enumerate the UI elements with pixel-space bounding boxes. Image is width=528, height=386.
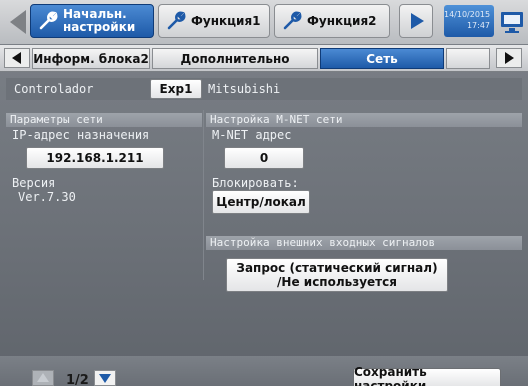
wrench-icon: [283, 11, 302, 30]
ip-label: IP-адрес назначения: [12, 128, 150, 142]
footer-bar: 1/2 Сохранить настройки: [0, 356, 528, 386]
subtab-next-icon[interactable]: [496, 48, 522, 68]
panel-separator: [203, 110, 204, 280]
controller-exp-button[interactable]: Exp1: [150, 79, 202, 99]
subtab-prev-icon[interactable]: [4, 48, 30, 68]
datetime-display: 14/10/2015 17:47: [444, 5, 494, 37]
time-text: 17:47: [466, 21, 490, 30]
tab-initial-settings-line2: настройки: [63, 20, 136, 34]
lock-button[interactable]: Центр/локал: [212, 190, 310, 214]
version-label: Версия: [12, 176, 56, 190]
wrench-icon: [167, 11, 186, 30]
subtab-advanced[interactable]: Дополнительно: [152, 48, 318, 69]
external-signal-line1: Запрос (статический сигнал): [236, 261, 438, 275]
subtab-unit-info2[interactable]: Информ. блока2: [32, 48, 150, 69]
subtab-empty: [446, 48, 490, 69]
next-tab-button[interactable]: [399, 4, 433, 38]
page-number: 1/2: [66, 373, 89, 386]
external-signal-line2: /Не используется: [277, 275, 397, 289]
tab-function1[interactable]: Функция1: [158, 4, 270, 38]
lock-value: Центр/локал: [216, 195, 306, 209]
tab-function2[interactable]: Функция2: [274, 4, 390, 38]
top-bar: Начальн. настройки Функция1 Функция2 14/…: [0, 0, 528, 44]
subtab-network[interactable]: Сеть: [320, 48, 444, 69]
network-params-header: Параметры сети: [6, 113, 202, 127]
lock-label: Блокировать:: [212, 176, 299, 190]
external-signal-button[interactable]: Запрос (статический сигнал) /Не использу…: [226, 258, 448, 292]
save-settings-label: Сохранить настройки: [354, 365, 427, 386]
page-up-icon[interactable]: [32, 370, 54, 386]
subtab-advanced-label: Дополнительно: [180, 51, 290, 66]
save-settings-button[interactable]: Сохранить настройки: [353, 365, 501, 386]
screen: Начальн. настройки Функция1 Функция2 14/…: [0, 0, 528, 386]
controller-name: Mitsubishi: [208, 82, 281, 96]
content-area: Controlador Exp1 Mitsubishi Параметры се…: [0, 72, 528, 352]
tab-initial-settings[interactable]: Начальн. настройки: [30, 4, 154, 38]
external-inputs-header: Настройка внешних входных сигналов: [206, 236, 522, 250]
page-down-icon[interactable]: [94, 370, 116, 386]
tab-function1-label: Функция1: [191, 14, 261, 28]
ip-address-value: 192.168.1.211: [46, 151, 144, 165]
date-text: 14/10/2015: [444, 10, 491, 19]
subtab-bar: Информ. блока2 Дополнительно Сеть: [0, 45, 528, 72]
tab-initial-settings-line1: Начальн.: [63, 7, 127, 21]
monitor-icon[interactable]: [498, 6, 526, 38]
mnet-address-button[interactable]: 0: [224, 147, 304, 169]
controller-exp-label: Exp1: [159, 82, 193, 96]
version-value: Ver.7.30: [18, 190, 76, 204]
wrench-icon: [39, 11, 58, 30]
subtab-unit-info2-label: Информ. блока2: [33, 51, 149, 66]
tab-function2-label: Функция2: [307, 14, 377, 28]
back-arrow-icon[interactable]: [6, 8, 28, 36]
mnet-address-value: 0: [259, 151, 269, 165]
play-icon: [411, 13, 424, 29]
mnet-header: Настройка M-NET сети: [206, 113, 522, 127]
mnet-address-label: M-NET адрес: [212, 128, 292, 142]
subtab-network-label: Сеть: [366, 51, 398, 66]
controller-label: Controlador: [14, 82, 94, 96]
ip-address-button[interactable]: 192.168.1.211: [26, 147, 164, 169]
